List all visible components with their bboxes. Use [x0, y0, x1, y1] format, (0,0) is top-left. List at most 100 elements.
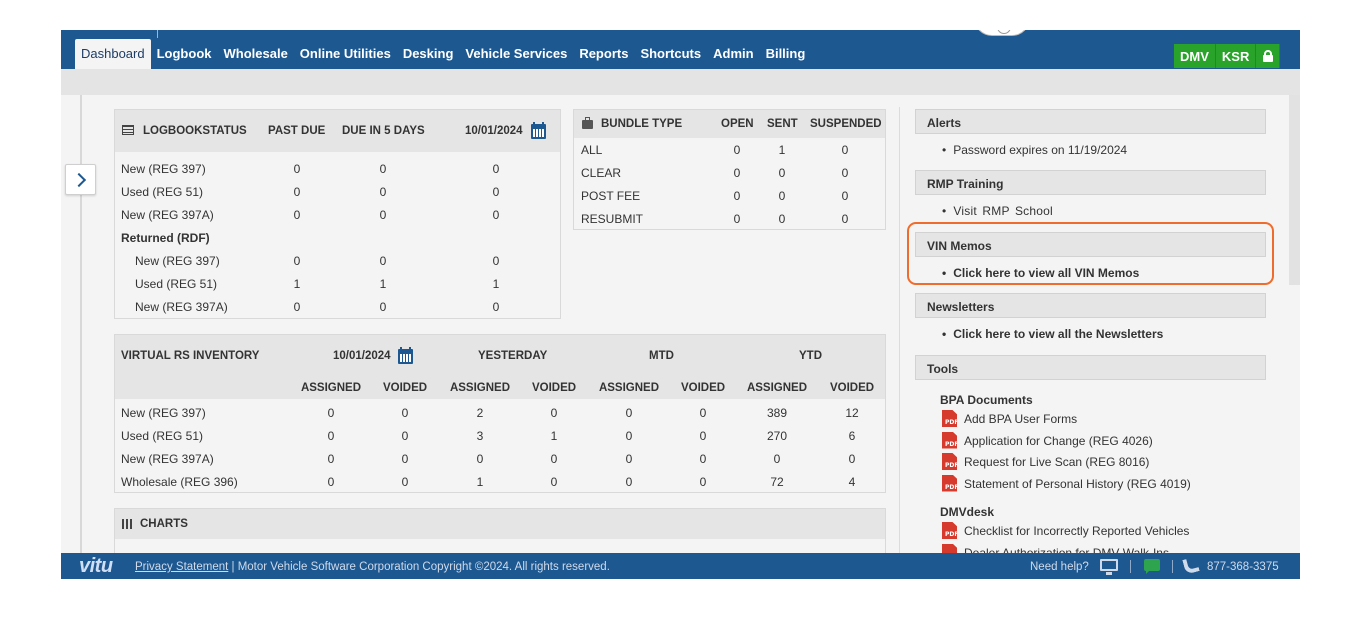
logbook-status-panel: LOGBOOKSTATUS PAST DUE DUE IN 5 DAYS 10/… — [114, 109, 561, 319]
calendar-icon[interactable] — [531, 122, 546, 139]
group-ytd: YTD — [799, 350, 822, 362]
inventory-value: 0 — [327, 452, 335, 466]
bpa-documents-title: BPA Documents — [940, 393, 1033, 407]
col-date: 10/01/2024 — [465, 125, 523, 137]
inventory-title: VIRTUAL RS INVENTORY — [121, 350, 260, 362]
view-newsletters-link[interactable]: Click here to view all the Newsletters — [942, 327, 1163, 341]
lock-button[interactable] — [1256, 44, 1281, 68]
logbook-date-value: 0 — [492, 185, 500, 199]
pdf-icon — [942, 474, 957, 492]
col-open: OPEN — [721, 118, 754, 130]
inventory-value: 0 — [699, 429, 707, 443]
dmv-badge[interactable]: DMV — [1174, 44, 1216, 68]
bundle-sent-value: 1 — [778, 143, 786, 157]
bundle-open-value: 0 — [733, 166, 741, 180]
right-sidebar: Alerts Password expires on 11/19/2024 RM… — [899, 107, 1289, 579]
inventory-value: 0 — [699, 452, 707, 466]
returned-date-value: 0 — [492, 300, 500, 314]
tab-desking[interactable]: Desking — [397, 39, 460, 69]
inventory-subcol-assigned: ASSIGNED — [598, 382, 660, 394]
logbook-past-due-value: 0 — [293, 208, 301, 222]
tab-wholesale[interactable]: Wholesale — [218, 39, 294, 69]
bundle-suspended-value: 0 — [841, 143, 849, 157]
bundle-type-title: BUNDLE TYPE — [601, 118, 683, 130]
copyright-text: | Motor Vehicle Software Corporation Cop… — [228, 561, 610, 573]
user-menu-knob[interactable] — [974, 30, 1030, 36]
inventory-value: 1 — [476, 475, 484, 489]
inventory-value: 0 — [550, 406, 558, 420]
tab-billing[interactable]: Billing — [760, 39, 812, 69]
col-suspended: SUSPENDED — [810, 118, 882, 130]
document-link[interactable]: Statement of Personal History (REG 4019) — [964, 477, 1191, 491]
right-scrollbar[interactable] — [1289, 95, 1300, 285]
returned-due5-value: 0 — [379, 254, 387, 268]
expand-sidebar-button[interactable] — [65, 164, 96, 195]
inventory-value: 0 — [327, 429, 335, 443]
document-link[interactable]: Add BPA User Forms — [964, 412, 1077, 426]
tab-shortcuts[interactable]: Shortcuts — [634, 39, 707, 69]
inventory-subcol-voided: VOIDED — [531, 382, 577, 394]
monitor-icon[interactable] — [1100, 559, 1118, 575]
bundle-sent-value: 0 — [778, 212, 786, 226]
charts-title: CHARTS — [140, 518, 188, 530]
col-sent: SENT — [767, 118, 798, 130]
tab-admin[interactable]: Admin — [707, 39, 759, 69]
logbook-status-header: LOGBOOKSTATUS PAST DUE DUE IN 5 DAYS 10/… — [115, 110, 560, 152]
top-nav: Dashboard Logbook Wholesale Online Utili… — [61, 30, 1300, 69]
charts-header: CHARTS — [115, 509, 885, 539]
group-yesterday: YESTERDAY — [478, 350, 548, 362]
bundle-row-label: CLEAR — [581, 166, 622, 180]
inventory-value: 0 — [401, 475, 409, 489]
group-mtd: MTD — [649, 350, 674, 362]
inventory-value: 389 — [766, 406, 788, 420]
bundle-suspended-value: 0 — [841, 166, 849, 180]
inventory-value: 0 — [699, 475, 707, 489]
logbook-past-due-value: 0 — [293, 162, 301, 176]
tab-logbook[interactable]: Logbook — [151, 39, 218, 69]
document-link[interactable]: Application for Change (REG 4026) — [964, 434, 1153, 448]
ksr-badge[interactable]: KSR — [1215, 44, 1257, 68]
col-due-5-days: DUE IN 5 DAYS — [342, 125, 425, 137]
inventory-row-label: New (REG 397) — [121, 406, 206, 420]
inventory-date: 10/01/2024 — [333, 350, 391, 362]
inventory-value: 12 — [845, 406, 859, 420]
inventory-subcol-voided: VOIDED — [829, 382, 875, 394]
bundle-open-value: 0 — [733, 143, 741, 157]
privacy-statement-link[interactable]: Privacy Statement — [135, 561, 228, 573]
tab-dashboard[interactable]: Dashboard — [75, 39, 151, 69]
inventory-row-label: Used (REG 51) — [121, 429, 204, 443]
visit-rmp-school-link[interactable]: Visit RMP School — [942, 204, 1053, 218]
tab-reports[interactable]: Reports — [573, 39, 634, 69]
logbook-date-value: 0 — [492, 208, 500, 222]
returned-row-label: New (REG 397A) — [135, 300, 228, 314]
document-link[interactable]: Request for Live Scan (REG 8016) — [964, 455, 1149, 469]
support-phone: 877-368-3375 — [1207, 561, 1279, 573]
inventory-value: 0 — [773, 452, 781, 466]
col-past-due: PAST DUE — [268, 125, 326, 137]
document-link[interactable]: Checklist for Incorrectly Reported Vehic… — [964, 524, 1189, 538]
tab-vehicle-services[interactable]: Vehicle Services — [459, 39, 573, 69]
footer-separator — [1172, 560, 1173, 573]
pdf-icon — [942, 431, 957, 449]
returned-due5-value: 0 — [379, 300, 387, 314]
tools-header: Tools — [915, 355, 1266, 380]
chat-icon[interactable] — [1144, 559, 1160, 574]
tab-online-utilities[interactable]: Online Utilities — [294, 39, 397, 69]
inventory-value: 0 — [476, 452, 484, 466]
inventory-value: 0 — [625, 406, 633, 420]
alert-password-expires: Password expires on 11/19/2024 — [942, 143, 1127, 157]
bundle-suspended-value: 0 — [841, 189, 849, 203]
nav-tabs: Dashboard Logbook Wholesale Online Utili… — [75, 39, 811, 69]
returned-date-value: 0 — [492, 254, 500, 268]
footer-text: Privacy Statement | Motor Vehicle Softwa… — [135, 561, 610, 573]
inventory-value: 0 — [625, 475, 633, 489]
inventory-value: 0 — [401, 429, 409, 443]
need-help-text: Need help? — [1030, 561, 1089, 573]
returned-past-due-value: 1 — [293, 277, 301, 291]
inventory-value: 3 — [476, 429, 484, 443]
nav-edge — [157, 30, 158, 38]
logbook-due5-value: 0 — [379, 162, 387, 176]
inventory-header: VIRTUAL RS INVENTORY 10/01/2024 YESTERDA… — [115, 335, 885, 399]
calendar-icon[interactable] — [398, 347, 413, 364]
inventory-value: 0 — [327, 475, 335, 489]
